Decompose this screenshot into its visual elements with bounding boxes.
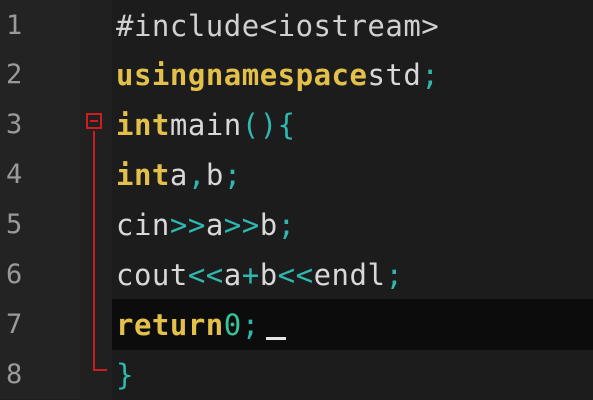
operator: ; xyxy=(277,207,296,242)
operator: , xyxy=(187,157,206,192)
identifier: endl xyxy=(313,257,386,292)
operator: ; xyxy=(241,307,260,342)
identifier: main xyxy=(169,107,242,142)
identifier: b xyxy=(259,257,278,292)
line-number: 5 xyxy=(6,209,23,240)
identifier: cout xyxy=(116,257,188,292)
fold-margin xyxy=(80,0,112,399)
fold-range-end xyxy=(93,369,107,371)
operator: >> xyxy=(169,207,206,242)
identifier: b xyxy=(205,157,224,192)
identifier: std xyxy=(367,57,422,92)
code-line-current[interactable]: return 0; xyxy=(112,299,593,350)
line-number: 7 xyxy=(6,309,23,340)
line-number: 4 xyxy=(6,159,23,190)
operator: ; xyxy=(421,57,440,92)
operator: ; xyxy=(223,157,242,192)
keyword: int xyxy=(116,157,170,192)
keyword: using xyxy=(116,57,206,92)
code-line[interactable]: #include<iostream> xyxy=(112,0,593,51)
identifier: a xyxy=(169,157,188,192)
line-number: 1 xyxy=(6,10,23,41)
line-number: 8 xyxy=(6,359,23,390)
operator: >> xyxy=(223,207,260,242)
code-line[interactable]: using namespace std; xyxy=(112,49,593,100)
code-line[interactable]: } xyxy=(112,349,593,400)
text-cursor xyxy=(265,337,286,340)
code-line[interactable]: cout << a + b << endl; xyxy=(112,249,593,300)
code-line[interactable]: int main(){ xyxy=(112,99,593,150)
keyword: return xyxy=(116,307,224,342)
operator: << xyxy=(277,257,314,292)
number-literal: 0 xyxy=(223,307,242,342)
code-editor[interactable]: 1 2 3 4 5 6 7 8 #include<iostream> using… xyxy=(0,0,593,399)
identifier: b xyxy=(259,207,278,242)
fold-range-line xyxy=(93,131,95,371)
fold-collapse-minus-icon[interactable] xyxy=(86,113,102,129)
identifier: a xyxy=(205,207,224,242)
identifier: a xyxy=(223,257,242,292)
line-number: 6 xyxy=(6,259,23,290)
keyword: int xyxy=(116,107,170,142)
operator: ; xyxy=(385,257,404,292)
operator: } xyxy=(116,357,134,392)
keyword: namespace xyxy=(205,57,368,92)
preprocessor-directive: #include<iostream> xyxy=(116,8,440,43)
code-line[interactable]: cin >> a >> b; xyxy=(112,199,593,250)
code-text-area[interactable]: #include<iostream> using namespace std; … xyxy=(112,0,593,399)
line-number: 2 xyxy=(6,59,23,90)
operator: (){ xyxy=(241,107,296,142)
operator: + xyxy=(241,257,260,292)
code-line[interactable]: int a, b; xyxy=(112,149,593,200)
identifier: cin xyxy=(116,207,170,242)
line-number: 3 xyxy=(6,109,23,140)
operator: << xyxy=(187,257,224,292)
